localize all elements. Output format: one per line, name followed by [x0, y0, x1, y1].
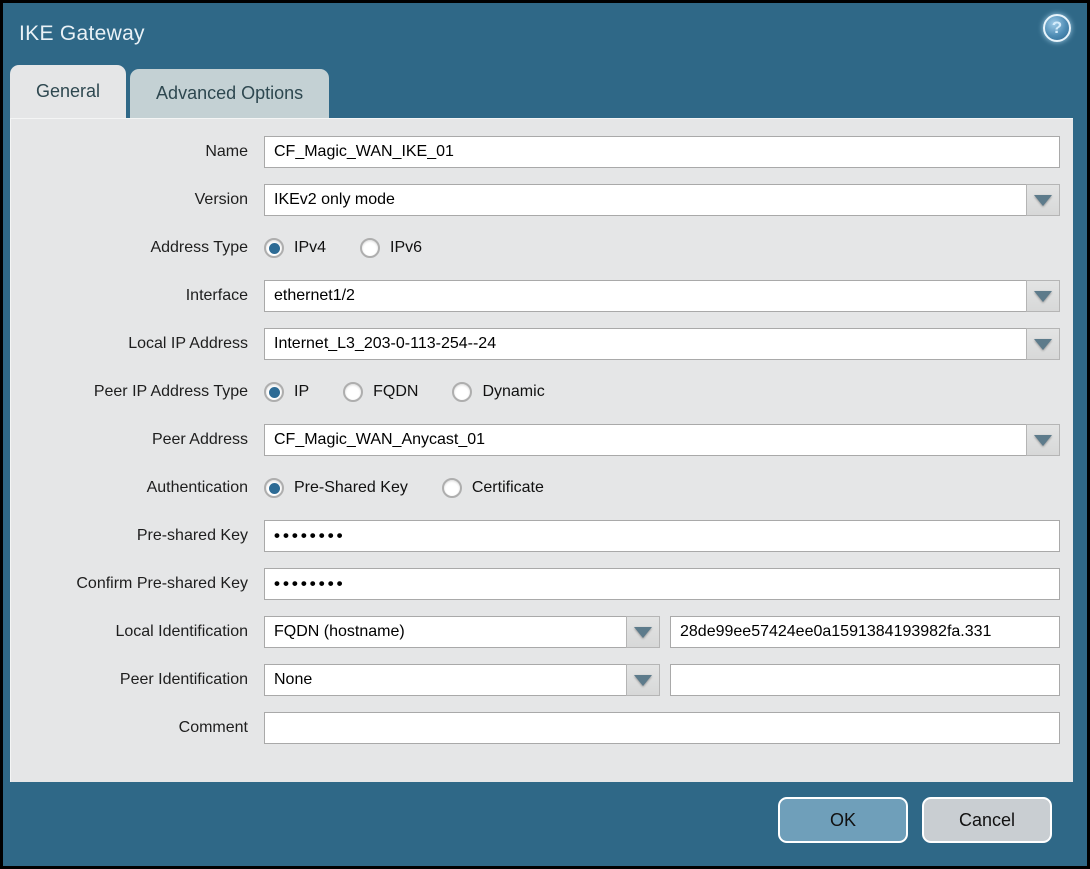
local-identification-value-input[interactable] — [670, 616, 1060, 648]
peer-address-row: Peer Address — [11, 424, 1060, 456]
dialog-titlebar: IKE Gateway ? — [3, 3, 1087, 65]
address-type-option-ipv6-label: IPv6 — [390, 239, 423, 256]
tab-general[interactable]: General — [10, 65, 127, 118]
radio-button-icon — [264, 238, 284, 258]
pre-shared-key-input[interactable] — [264, 520, 1060, 552]
authentication-radio-group: Pre-Shared Key Certificate — [264, 478, 544, 498]
chevron-down-icon — [634, 674, 652, 686]
peer-ip-type-option-dynamic-label: Dynamic — [482, 383, 545, 400]
peer-address-dropdown-button[interactable] — [1026, 424, 1060, 456]
local-ip-address-label: Local IP Address — [128, 335, 248, 352]
local-identification-label: Local Identification — [115, 623, 248, 640]
chevron-down-icon — [1034, 434, 1052, 446]
authentication-option-psk-label: Pre-Shared Key — [294, 479, 408, 496]
radio-button-icon — [264, 478, 284, 498]
peer-ip-type-option-ip[interactable]: IP — [264, 382, 309, 402]
peer-address-dropdown — [264, 424, 1060, 456]
authentication-option-pre-shared-key[interactable]: Pre-Shared Key — [264, 478, 408, 498]
address-type-label: Address Type — [150, 239, 248, 256]
peer-address-label: Peer Address — [151, 431, 248, 448]
name-label: Name — [205, 143, 248, 160]
peer-identification-type-input[interactable] — [264, 664, 626, 696]
local-identification-dropdown-button[interactable] — [626, 616, 660, 648]
peer-identification-value-input[interactable] — [670, 664, 1060, 696]
radio-button-icon — [441, 478, 462, 498]
local-identification-type-input[interactable] — [264, 616, 626, 648]
version-dropdown — [264, 184, 1060, 216]
help-icon-glyph: ? — [1051, 18, 1063, 37]
chevron-down-icon — [1034, 290, 1052, 302]
radio-button-icon — [360, 238, 381, 258]
version-dropdown-button[interactable] — [1026, 184, 1060, 216]
ok-button[interactable]: OK — [778, 797, 908, 843]
tab-bar: General Advanced Options — [3, 65, 1087, 118]
dialog-title: IKE Gateway — [19, 22, 145, 45]
ike-gateway-dialog: IKE Gateway ? General Advanced Options N… — [3, 3, 1087, 866]
peer-address-input[interactable] — [264, 424, 1026, 456]
tab-general-label: General — [36, 81, 101, 101]
version-label: Version — [194, 191, 248, 208]
chevron-down-icon — [1034, 338, 1052, 350]
cancel-button[interactable]: Cancel — [922, 797, 1052, 843]
peer-ip-address-type-label: Peer IP Address Type — [93, 383, 248, 400]
peer-identification-row: Peer Identification — [11, 664, 1060, 696]
chevron-down-icon — [634, 626, 652, 638]
comment-label: Comment — [178, 719, 248, 736]
address-type-option-ipv4-label: IPv4 — [294, 239, 327, 256]
version-input[interactable] — [264, 184, 1026, 216]
interface-row: Interface — [11, 280, 1060, 312]
peer-ip-type-option-ip-label: IP — [294, 383, 310, 400]
address-type-option-ipv6[interactable]: IPv6 — [360, 238, 422, 258]
peer-identification-dropdown-button[interactable] — [626, 664, 660, 696]
local-ip-address-dropdown-button[interactable] — [1026, 328, 1060, 360]
authentication-label: Authentication — [146, 479, 248, 496]
interface-dropdown — [264, 280, 1060, 312]
peer-ip-type-option-fqdn-label: FQDN — [373, 383, 419, 400]
name-input[interactable] — [264, 136, 1060, 168]
name-row: Name — [11, 136, 1060, 168]
radio-button-icon — [343, 382, 364, 402]
peer-ip-type-option-fqdn[interactable]: FQDN — [343, 382, 418, 402]
authentication-option-certificate-label: Certificate — [471, 479, 544, 496]
tab-advanced-options-label: Advanced Options — [156, 83, 304, 103]
dialog-footer: OK Cancel — [3, 782, 1087, 866]
confirm-pre-shared-key-label: Confirm Pre-shared Key — [76, 575, 248, 592]
peer-identification-label: Peer Identification — [119, 671, 248, 688]
local-ip-address-dropdown — [264, 328, 1060, 360]
interface-label: Interface — [185, 287, 248, 304]
version-row: Version — [11, 184, 1060, 216]
peer-ip-address-type-row: Peer IP Address Type IP FQDN Dynamic — [11, 376, 1060, 408]
authentication-option-certificate[interactable]: Certificate — [441, 478, 544, 498]
comment-row: Comment — [11, 712, 1060, 744]
confirm-pre-shared-key-row: Confirm Pre-shared Key — [11, 568, 1060, 600]
local-identification-type-dropdown — [264, 616, 660, 648]
help-icon[interactable]: ? — [1043, 14, 1071, 42]
local-ip-address-input[interactable] — [264, 328, 1026, 360]
peer-identification-type-dropdown — [264, 664, 660, 696]
address-type-option-ipv4[interactable]: IPv4 — [264, 238, 326, 258]
interface-dropdown-button[interactable] — [1026, 280, 1060, 312]
local-ip-address-row: Local IP Address — [11, 328, 1060, 360]
pre-shared-key-row: Pre-shared Key — [11, 520, 1060, 552]
interface-input[interactable] — [264, 280, 1026, 312]
general-tab-panel: Name Version Address Type — [10, 118, 1073, 782]
ike-gateway-dialog-screen: IKE Gateway ? General Advanced Options N… — [0, 0, 1090, 869]
radio-button-icon — [264, 382, 284, 402]
radio-button-icon — [452, 382, 473, 402]
peer-ip-address-type-radio-group: IP FQDN Dynamic — [264, 382, 545, 402]
pre-shared-key-label: Pre-shared Key — [136, 527, 248, 544]
comment-input[interactable] — [264, 712, 1060, 744]
tab-advanced-options[interactable]: Advanced Options — [130, 69, 330, 118]
peer-ip-type-option-dynamic[interactable]: Dynamic — [452, 382, 545, 402]
address-type-row: Address Type IPv4 IPv6 — [11, 232, 1060, 264]
local-identification-row: Local Identification — [11, 616, 1060, 648]
authentication-row: Authentication Pre-Shared Key Certificat… — [11, 472, 1060, 504]
chevron-down-icon — [1034, 194, 1052, 206]
confirm-pre-shared-key-input[interactable] — [264, 568, 1060, 600]
address-type-radio-group: IPv4 IPv6 — [264, 238, 422, 258]
